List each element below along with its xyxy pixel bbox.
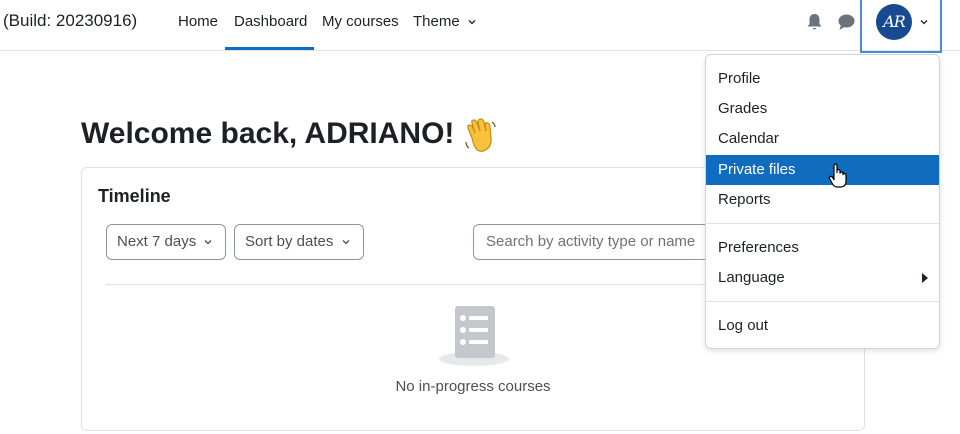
menu-item-language[interactable]: Language	[706, 263, 939, 293]
top-navbar: (Build: 20230916) Home Dashboard My cour…	[0, 0, 960, 53]
user-menu-toggle[interactable]: AR	[860, 0, 942, 53]
nav-home[interactable]: Home	[178, 13, 218, 30]
menu-item-log-out[interactable]: Log out	[706, 311, 939, 341]
menu-item-private-files[interactable]: Private files	[706, 155, 939, 185]
menu-separator	[706, 223, 939, 224]
menu-separator	[706, 301, 939, 302]
chat-icon[interactable]	[837, 13, 856, 31]
nav-theme[interactable]: Theme	[413, 13, 477, 30]
timeline-filter-label: Next 7 days	[117, 233, 197, 250]
active-nav-indicator	[225, 47, 314, 50]
chevron-down-icon	[920, 20, 928, 25]
caret-right-icon	[922, 273, 928, 283]
menu-item-preferences[interactable]: Preferences	[706, 233, 939, 263]
chevron-down-icon	[342, 240, 350, 245]
chevron-down-icon	[204, 240, 212, 245]
empty-state-message: No in-progress courses	[395, 378, 551, 395]
timeline-filter-select[interactable]: Next 7 days	[106, 224, 226, 260]
empty-list-icon	[439, 306, 509, 366]
menu-item-calendar[interactable]: Calendar	[706, 124, 939, 154]
bell-icon[interactable]	[806, 13, 823, 31]
avatar[interactable]: AR	[876, 4, 912, 40]
site-brand[interactable]: (Build: 20230916)	[3, 11, 137, 31]
page-title: Welcome back, ADRIANO!	[81, 117, 455, 150]
hand-pointer-icon	[828, 163, 847, 188]
menu-item-grades[interactable]: Grades	[706, 94, 939, 124]
nav-my-courses[interactable]: My courses	[322, 13, 399, 30]
timeline-sort-label: Sort by dates	[245, 233, 334, 250]
menu-item-profile[interactable]: Profile	[706, 64, 939, 94]
waving-hand-icon	[465, 118, 496, 152]
menu-item-language-label: Language	[718, 269, 785, 286]
timeline-sort-select[interactable]: Sort by dates	[234, 224, 364, 260]
nav-theme-label: Theme	[413, 13, 460, 30]
chevron-down-icon	[468, 20, 476, 25]
timeline-title: Timeline	[98, 186, 171, 206]
menu-item-reports[interactable]: Reports	[706, 185, 939, 215]
user-dropdown-menu: Profile Grades Calendar Private files Re…	[705, 54, 940, 349]
nav-dashboard[interactable]: Dashboard	[234, 13, 307, 30]
